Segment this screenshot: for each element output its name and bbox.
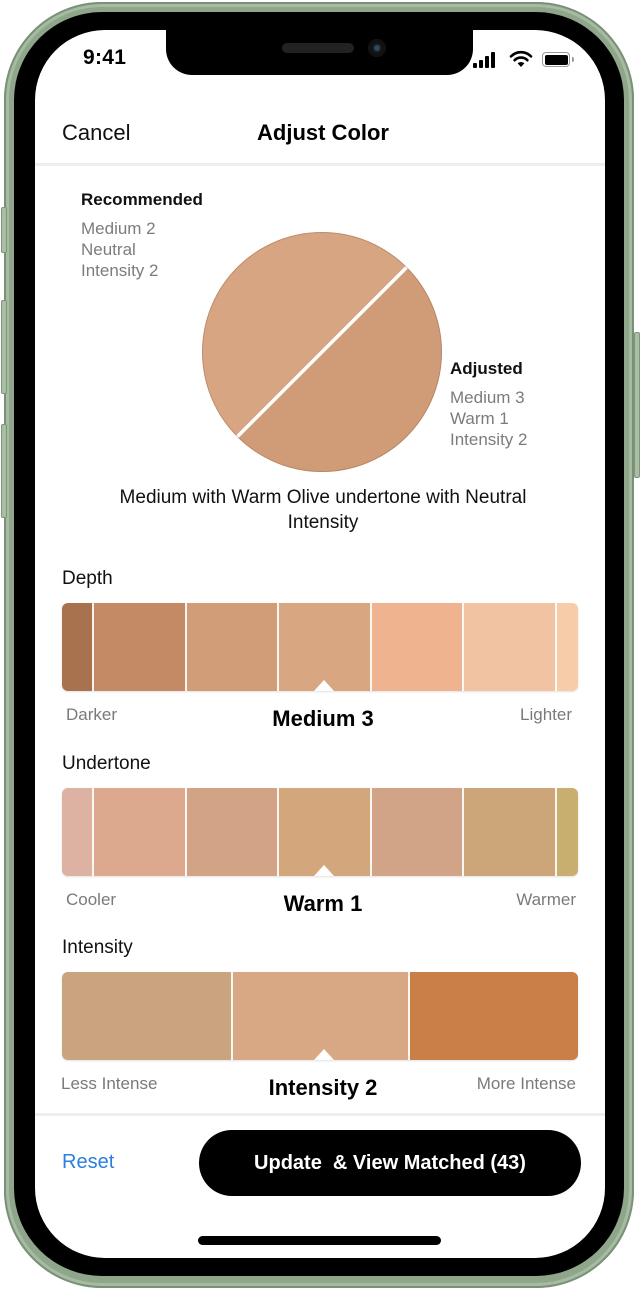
intensity-pointer[interactable] [314,1049,334,1060]
slider-segment[interactable] [62,788,94,876]
reset-button[interactable]: Reset [62,1151,114,1174]
adjusted-line: Medium 3 [450,388,525,407]
speaker-grille [282,43,354,53]
slider-segment[interactable] [410,972,578,1060]
color-comparison-swatch [202,232,442,472]
page-title: Adjust Color [257,120,389,145]
wifi-icon [509,50,533,67]
recommended-line: Neutral [81,240,136,259]
footer-divider [35,1113,605,1116]
recommended-line: Medium 2 [81,219,156,238]
slider-segment[interactable] [557,788,578,876]
depth-label: Depth [62,568,113,589]
slider-segment[interactable] [464,603,557,691]
undertone-slider[interactable] [62,788,578,876]
depth-slider[interactable] [62,603,578,691]
volume-down-button [1,424,7,518]
recommended-info: Recommended Medium 2 Neutral Intensity 2 [81,190,203,281]
undertone-pointer[interactable] [314,865,334,876]
depth-pointer[interactable] [314,680,334,691]
slider-segment[interactable] [62,603,94,691]
status-time: 9:41 [83,46,127,69]
update-view-matched-button[interactable]: Update & View Matched (43) [199,1130,581,1196]
slider-segment[interactable] [94,788,187,876]
intensity-slider[interactable] [62,972,578,1060]
slider-segment-selected[interactable] [233,972,410,1060]
slider-segment[interactable] [557,603,578,691]
adjusted-line: Intensity 2 [450,430,528,449]
adjusted-title: Adjusted [450,359,523,378]
home-indicator[interactable] [198,1236,441,1245]
volume-up-button [1,300,7,394]
slider-segment[interactable] [94,603,187,691]
power-button [634,332,640,478]
slider-segment[interactable] [372,603,464,691]
notch [166,30,473,75]
slider-segment[interactable] [187,788,279,876]
slider-segment[interactable] [464,788,557,876]
depth-value: Medium 3 [272,706,374,731]
status-icons [473,50,574,70]
slider-segment[interactable] [187,603,279,691]
mute-switch [1,207,7,253]
screen: 9:41 Cancel Adjust Color Recommended Med… [35,30,605,1258]
slider-segment[interactable] [372,788,464,876]
intensity-label: Intensity [62,937,133,958]
intensity-value: Intensity 2 [268,1075,378,1100]
battery-icon [542,52,574,67]
nav-bar: Cancel Adjust Color [35,100,605,164]
slider-segment-selected[interactable] [279,603,372,691]
color-summary: Medium with Warm Olive undertone with Ne… [119,487,527,533]
adjusted-line: Warm 1 [450,409,509,428]
undertone-value: Warm 1 [283,891,363,916]
undertone-label: Undertone [62,753,151,774]
recommended-title: Recommended [81,190,203,209]
recommended-line: Intensity 2 [81,261,159,280]
nav-divider [35,163,605,166]
front-camera [368,39,386,57]
slider-segment[interactable] [62,972,233,1060]
adjusted-info: Adjusted Medium 3 Warm 1 Intensity 2 [450,359,528,450]
slider-segment-selected[interactable] [279,788,372,876]
